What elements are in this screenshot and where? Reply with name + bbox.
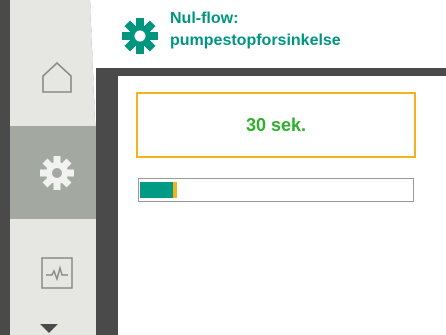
page-title: Nul-flow: pumpestopforsinkelse: [170, 8, 440, 52]
nav-item-settings[interactable]: [10, 126, 102, 219]
page-title-line2: pumpestopforsinkelse: [170, 32, 341, 49]
chevron-down-icon[interactable]: [40, 324, 58, 333]
gear-icon: [120, 16, 160, 61]
value-field[interactable]: 30 sek.: [136, 92, 416, 158]
pulse-monitor-icon: [40, 256, 74, 290]
home-icon: [39, 59, 75, 95]
nav-item-home[interactable]: [10, 30, 104, 123]
slider-handle[interactable]: [173, 182, 177, 198]
page-header: Nul-flow: pumpestopforsinkelse: [100, 0, 446, 68]
gear-icon: [37, 153, 77, 193]
nav-item-diagnostics[interactable]: [10, 226, 104, 319]
page-title-line1: Nul-flow:: [170, 10, 239, 27]
value-slider[interactable]: [138, 178, 414, 202]
slider-fill: [140, 182, 173, 198]
value-text: 30 sek.: [245, 114, 307, 135]
screen: Nul-flow: pumpestopforsinkelse 30 sek.: [0, 0, 446, 335]
